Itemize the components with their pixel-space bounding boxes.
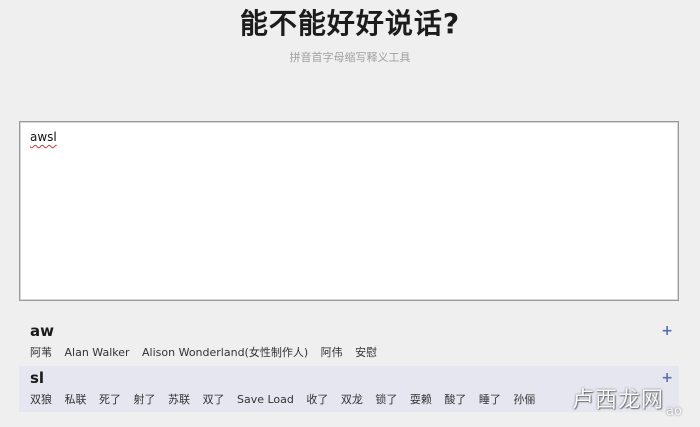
plus-icon[interactable]: + (661, 370, 673, 386)
candidate-item[interactable]: 私联 (65, 393, 87, 406)
candidate-item[interactable]: 阿苇 (30, 346, 52, 359)
candidate-item[interactable]: 耍赖 (410, 393, 432, 406)
candidate-item[interactable]: 孙俪 (513, 393, 535, 406)
candidate-item[interactable]: 射了 (134, 393, 156, 406)
result-item-sl: sl + 双狼 私联 死了 射了 苏联 双了 Save Load 收了 双龙 锁… (19, 366, 679, 412)
candidate-item[interactable]: 阿伟 (321, 346, 343, 359)
candidate-item[interactable]: 酸了 (444, 393, 466, 406)
result-item-aw: aw + 阿苇 Alan Walker Alison Wonderland(女性… (19, 319, 679, 365)
page-title: 能不能好好说话? (239, 7, 461, 40)
candidate-list: 双狼 私联 死了 射了 苏联 双了 Save Load 收了 双龙 锁了 耍赖 … (30, 391, 544, 407)
result-abbr: aw (30, 322, 54, 340)
candidate-item[interactable]: 收了 (306, 393, 328, 406)
candidate-item[interactable]: 安慰 (355, 346, 377, 359)
abbreviation-input[interactable] (20, 122, 678, 300)
candidate-list: 阿苇 Alan Walker Alison Wonderland(女性制作人) … (30, 344, 386, 360)
plus-icon[interactable]: + (661, 323, 673, 339)
candidate-item[interactable]: 双了 (203, 393, 225, 406)
candidate-item[interactable]: 死了 (99, 393, 121, 406)
candidate-item[interactable]: Alan Walker (65, 346, 130, 359)
candidate-item[interactable]: 双狼 (30, 393, 52, 406)
candidate-item[interactable]: 双龙 (341, 393, 363, 406)
candidate-item[interactable]: Alison Wonderland(女性制作人) (142, 346, 308, 359)
candidate-item[interactable]: 锁了 (375, 393, 397, 406)
page-subtitle: 拼音首字母缩写释义工具 (289, 51, 411, 64)
candidate-item[interactable]: 睡了 (479, 393, 501, 406)
candidate-item[interactable]: Save Load (237, 393, 294, 406)
candidate-item[interactable]: 苏联 (168, 393, 190, 406)
abbreviation-input-box[interactable] (19, 121, 679, 301)
result-abbr: sl (30, 369, 45, 387)
